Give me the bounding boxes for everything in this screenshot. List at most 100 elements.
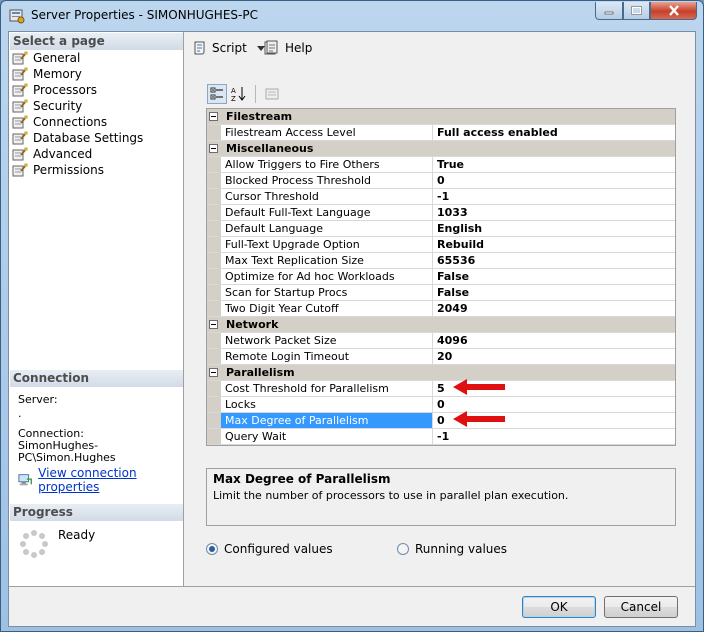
property-name[interactable]: Scan for Startup Procs (221, 285, 433, 300)
grid-property-row[interactable]: Default Language English (207, 221, 675, 237)
grid-property-row[interactable]: Locks 0 (207, 397, 675, 413)
property-name[interactable]: Query Wait (221, 429, 433, 444)
property-name[interactable]: Locks (221, 397, 433, 412)
property-value[interactable]: 20 (433, 349, 675, 364)
property-name[interactable]: Default Language (221, 221, 433, 236)
radio-selected-icon[interactable] (206, 543, 218, 555)
page-item-connections[interactable]: Connections (12, 114, 143, 130)
property-name[interactable]: Remote Login Timeout (221, 349, 433, 364)
property-name[interactable]: Blocked Process Threshold (221, 173, 433, 188)
grid-property-row[interactable]: Optimize for Ad hoc Workloads False (207, 269, 675, 285)
grid-property-row[interactable]: Allow Triggers to Fire Others True (207, 157, 675, 173)
page-item-general[interactable]: General (12, 50, 143, 66)
page-item-label: Memory (33, 67, 82, 81)
alphabetical-button[interactable]: A Z (229, 84, 249, 104)
property-name[interactable]: Allow Triggers to Fire Others (221, 157, 433, 172)
script-label: Script (212, 41, 247, 55)
radio-unselected-icon[interactable] (397, 543, 409, 555)
configured-values-radio[interactable]: Configured values (206, 542, 333, 556)
property-value[interactable]: English (433, 221, 675, 236)
grid-category-parallelism[interactable]: Parallelism (207, 365, 675, 381)
page-item-memory[interactable]: Memory (12, 66, 143, 82)
minimize-icon (604, 11, 614, 14)
help-label: Help (285, 41, 313, 55)
category-label: Miscellaneous (226, 142, 314, 155)
categorized-icon (210, 87, 223, 100)
grid-category-filestream[interactable]: Filestream (207, 109, 675, 125)
grid-property-row[interactable]: Network Packet Size 4096 (207, 333, 675, 349)
running-values-radio[interactable]: Running values (397, 542, 507, 556)
row-gutter (207, 429, 221, 444)
grid-property-row[interactable]: Full-Text Upgrade Option Rebuild (207, 237, 675, 253)
grid-property-row[interactable]: Max Text Replication Size 65536 (207, 253, 675, 269)
property-name[interactable]: Network Packet Size (221, 333, 433, 348)
property-value[interactable]: 4096 (433, 333, 675, 348)
property-name[interactable]: Max Text Replication Size (221, 253, 433, 268)
grid-property-row[interactable]: Cost Threshold for Parallelism 5 (207, 381, 675, 397)
row-gutter (207, 285, 221, 300)
property-value[interactable]: False (433, 269, 675, 284)
property-name[interactable]: Max Degree of Parallelism (221, 413, 433, 428)
svg-text:A: A (231, 87, 236, 95)
property-name[interactable]: Optimize for Ad hoc Workloads (221, 269, 433, 284)
close-window-button[interactable] (650, 2, 697, 20)
property-name[interactable]: Full-Text Upgrade Option (221, 237, 433, 252)
page-wrench-icon (12, 99, 28, 113)
grid-category-miscellaneous[interactable]: Miscellaneous (207, 141, 675, 157)
progress-header: Progress (10, 504, 183, 521)
property-name[interactable]: Default Full-Text Language (221, 205, 433, 220)
property-name[interactable]: Cost Threshold for Parallelism (221, 381, 433, 396)
grid-property-row[interactable]: Query Wait -1 (207, 429, 675, 445)
red-arrow-annotation-icon (453, 411, 505, 427)
property-value[interactable]: 1033 (433, 205, 675, 220)
property-value[interactable]: Rebuild (433, 237, 675, 252)
property-value[interactable]: True (433, 157, 675, 172)
help-button[interactable]: Help (263, 40, 312, 56)
toolbar: Script Help (185, 32, 697, 66)
property-name[interactable]: Two Digit Year Cutoff (221, 301, 433, 316)
page-item-security[interactable]: Security (12, 98, 143, 114)
title-bar[interactable]: Server Properties - SIMONHUGHES-PC (1, 1, 703, 31)
script-button[interactable]: Script (192, 40, 265, 56)
grid-property-row[interactable]: Max Degree of Parallelism 0 (207, 413, 675, 429)
view-connection-properties-link[interactable]: View connection properties (38, 466, 183, 494)
page-item-permissions[interactable]: Permissions (12, 162, 143, 178)
grid-property-row[interactable]: Cursor Threshold -1 (207, 189, 675, 205)
page-item-advanced[interactable]: Advanced (12, 146, 143, 162)
property-value[interactable]: 0 (433, 173, 675, 188)
property-value[interactable]: -1 (433, 189, 675, 204)
property-name[interactable]: Filestream Access Level (221, 125, 433, 140)
collapse-minus-icon[interactable] (209, 112, 218, 121)
property-value[interactable]: 2049 (433, 301, 675, 316)
view-connection-properties[interactable]: View connection properties (18, 466, 183, 494)
property-pages-button[interactable] (262, 84, 282, 104)
page-item-processors[interactable]: Processors (12, 82, 143, 98)
property-value[interactable]: False (433, 285, 675, 300)
server-label: Server: (18, 393, 58, 406)
grid-property-row[interactable]: Scan for Startup Procs False (207, 285, 675, 301)
minimize-button[interactable] (595, 2, 623, 20)
row-gutter (207, 205, 221, 220)
ok-button[interactable]: OK (522, 596, 596, 618)
collapse-minus-icon[interactable] (209, 320, 218, 329)
property-value[interactable]: -1 (433, 429, 675, 444)
categorized-button[interactable] (207, 84, 227, 104)
property-name[interactable]: Cursor Threshold (221, 189, 433, 204)
grid-property-row[interactable]: Filestream Access Level Full access enabl… (207, 125, 675, 141)
property-value[interactable]: 65536 (433, 253, 675, 268)
row-gutter (207, 189, 221, 204)
page-list: General Memory Processors Security Connectio… (12, 50, 143, 178)
grid-property-row[interactable]: Remote Login Timeout 20 (207, 349, 675, 365)
property-value[interactable]: Full access enabled (433, 125, 675, 140)
maximize-button[interactable] (623, 2, 650, 20)
page-item-database-settings[interactable]: Database Settings (12, 130, 143, 146)
grid-property-row[interactable]: Two Digit Year Cutoff 2049 (207, 301, 675, 317)
page-item-label: Database Settings (33, 131, 144, 145)
cancel-button[interactable]: Cancel (604, 596, 678, 618)
help-icon (264, 40, 278, 55)
grid-category-network[interactable]: Network (207, 317, 675, 333)
grid-property-row[interactable]: Blocked Process Threshold 0 (207, 173, 675, 189)
grid-property-row[interactable]: Default Full-Text Language 1033 (207, 205, 675, 221)
collapse-minus-icon[interactable] (209, 144, 218, 153)
collapse-minus-icon[interactable] (209, 368, 218, 377)
